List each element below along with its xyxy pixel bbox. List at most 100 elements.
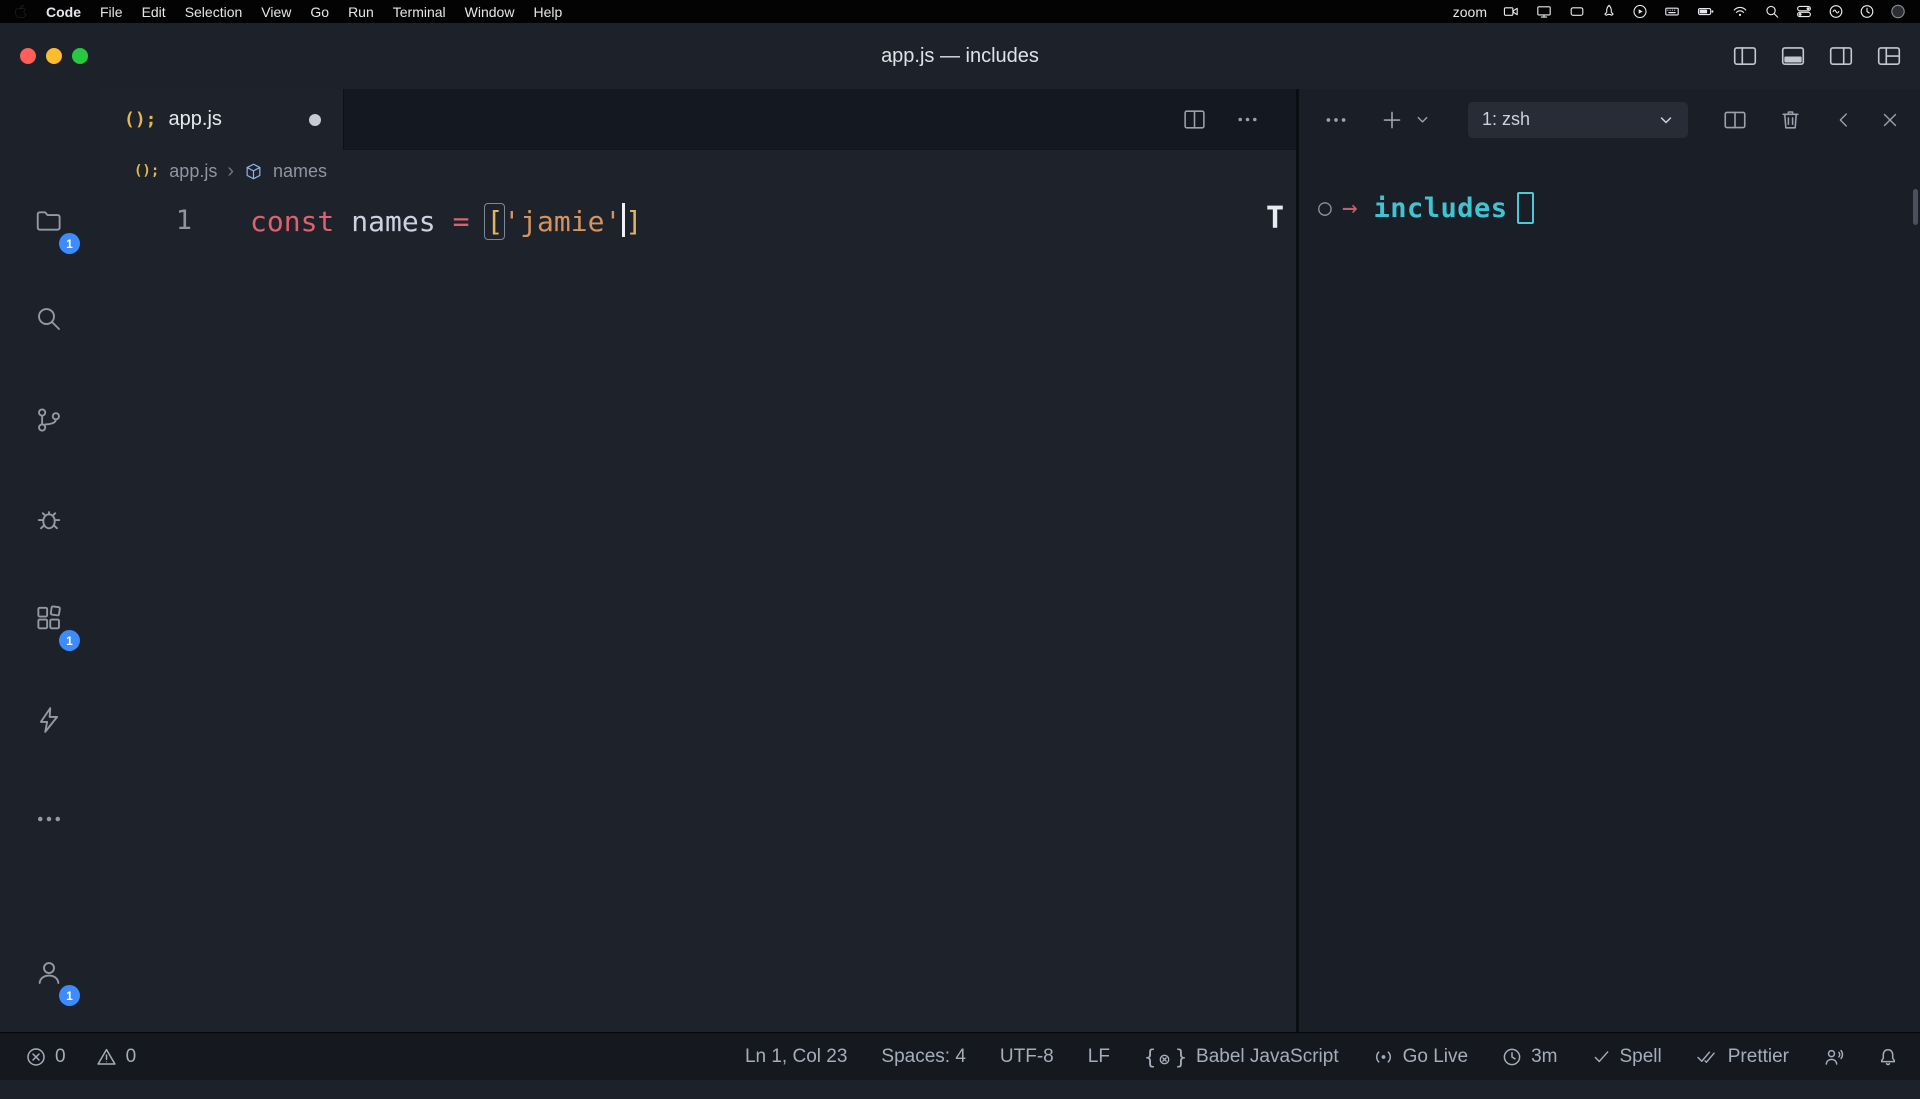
language-mode[interactable]: { } Babel JavaScript <box>1144 1045 1339 1069</box>
menubar-status-area: zoom <box>1453 4 1906 20</box>
rocket-icon[interactable] <box>1601 4 1617 19</box>
cursor-position[interactable]: Ln 1, Col 23 <box>745 1046 847 1068</box>
status-bar: 0 0 Ln 1, Col 23 Spaces: 4 UTF-8 LF { } … <box>0 1032 1920 1080</box>
menu-edit[interactable]: Edit <box>142 4 166 20</box>
menu-run[interactable]: Run <box>348 4 374 20</box>
problems-errors[interactable]: 0 <box>26 1046 66 1068</box>
breadcrumb-file[interactable]: app.js <box>169 161 217 182</box>
go-live[interactable]: Go Live <box>1373 1046 1468 1068</box>
activity-bar: 1 1 1 <box>0 89 98 1032</box>
sidebar-item-accounts[interactable]: 1 <box>21 945 77 1001</box>
kill-terminal-icon[interactable] <box>1778 107 1803 132</box>
apple-menu-icon[interactable] <box>14 4 27 19</box>
terminal-header: 1: zsh <box>1299 89 1920 150</box>
zoom-app-label[interactable]: zoom <box>1453 4 1487 20</box>
token-variable: names <box>351 205 435 238</box>
window-titlebar: app.js — includes <box>0 23 1920 89</box>
eol-sequence[interactable]: LF <box>1088 1046 1110 1068</box>
play-circle-icon[interactable] <box>1632 4 1648 19</box>
timer[interactable]: 3m <box>1502 1046 1557 1068</box>
problems-warnings[interactable]: 0 <box>96 1046 137 1068</box>
menu-go[interactable]: Go <box>310 4 329 20</box>
breadcrumb-symbol[interactable]: names <box>273 161 327 182</box>
menu-view[interactable]: View <box>261 4 291 20</box>
split-terminal-icon[interactable] <box>1722 107 1748 133</box>
terminal-command: includes <box>1374 193 1508 224</box>
breadcrumb-separator: › <box>227 160 234 183</box>
braces-icon: } <box>1175 1045 1187 1069</box>
minimap[interactable]: T <box>1266 201 1284 236</box>
javascript-file-icon: (); <box>124 109 157 130</box>
close-panel-icon[interactable] <box>1879 109 1901 131</box>
terminal-more-icon[interactable] <box>1323 107 1349 133</box>
feedback[interactable] <box>1823 1047 1844 1067</box>
accounts-badge: 1 <box>59 985 80 1006</box>
customize-layout-icon[interactable] <box>1876 43 1902 69</box>
layout-controls <box>1732 23 1902 89</box>
notifications[interactable] <box>1878 1047 1898 1067</box>
sidebar-item-search[interactable] <box>21 291 77 347</box>
status-left: 0 0 <box>26 1046 136 1068</box>
sidebar-item-debug[interactable] <box>21 492 77 548</box>
minimize-window-button[interactable] <box>46 48 62 64</box>
cursor-position-label: Ln 1, Col 23 <box>745 1046 847 1068</box>
battery-icon[interactable] <box>1696 4 1716 19</box>
sidebar-item-explorer[interactable]: 1 <box>21 193 77 249</box>
menubar-app-name[interactable]: Code <box>46 4 81 20</box>
timer-label: 3m <box>1531 1046 1557 1068</box>
close-window-button[interactable] <box>20 48 36 64</box>
encoding-label: UTF-8 <box>1000 1046 1054 1068</box>
terminal-prompt-line[interactable]: ○ → includes <box>1299 185 1920 231</box>
menu-file[interactable]: File <box>100 4 123 20</box>
more-actions-icon[interactable] <box>1235 107 1260 132</box>
status-right: Ln 1, Col 23 Spaces: 4 UTF-8 LF { } Babe… <box>745 1045 1898 1069</box>
clock-icon[interactable] <box>1859 4 1875 19</box>
search-icon[interactable] <box>1764 4 1780 19</box>
sidebar-item-thunder-client[interactable] <box>21 692 77 748</box>
new-terminal-icon[interactable] <box>1379 107 1405 133</box>
indentation[interactable]: Spaces: 4 <box>881 1046 966 1068</box>
airplay-box-icon[interactable] <box>1568 4 1586 19</box>
menu-terminal[interactable]: Terminal <box>393 4 446 20</box>
bug-icon <box>34 505 64 535</box>
sidebar-item-extensions[interactable]: 1 <box>21 590 77 646</box>
terminal-shell-select[interactable]: 1: zsh <box>1468 102 1688 138</box>
extensions-badge: 1 <box>59 630 80 651</box>
modified-dot-icon[interactable] <box>309 114 321 126</box>
fullscreen-window-button[interactable] <box>72 48 88 64</box>
menu-selection[interactable]: Selection <box>185 4 243 20</box>
sidebar-item-source-control[interactable] <box>21 392 77 448</box>
toggle-panel-icon[interactable] <box>1780 43 1806 69</box>
code-content[interactable]: constnames=['jamie'] <box>250 203 642 238</box>
sidebar-item-more[interactable] <box>21 791 77 847</box>
chevron-left-icon[interactable] <box>1833 109 1855 131</box>
spell-checker[interactable]: Spell <box>1592 1046 1662 1068</box>
warning-icon <box>96 1047 117 1067</box>
terminal-scrollbar[interactable] <box>1913 189 1918 225</box>
tab-appjs[interactable]: (); app.js <box>98 89 344 150</box>
siri-icon[interactable] <box>1828 4 1844 19</box>
encoding[interactable]: UTF-8 <box>1000 1046 1054 1068</box>
toggle-sidebar-right-icon[interactable] <box>1828 43 1854 69</box>
line-number[interactable]: 1 <box>98 205 250 236</box>
new-terminal-dropdown-icon[interactable] <box>1415 112 1430 127</box>
code-line-1[interactable]: 1 constnames=['jamie'] <box>98 196 1296 244</box>
menu-help[interactable]: Help <box>533 4 562 20</box>
account-circle-icon[interactable] <box>1890 4 1906 19</box>
display-icon[interactable] <box>1535 4 1553 19</box>
keyboard-icon[interactable] <box>1663 4 1681 19</box>
terminal-panel[interactable]: 1: zsh ○ → includes <box>1299 89 1920 1032</box>
camera-icon[interactable] <box>1502 4 1520 19</box>
language-mode-label: Babel JavaScript <box>1196 1046 1339 1068</box>
prettier[interactable]: Prettier <box>1696 1046 1789 1068</box>
wifi-icon[interactable] <box>1731 4 1749 19</box>
toggle-sidebar-left-icon[interactable] <box>1732 43 1758 69</box>
control-center-icon[interactable] <box>1795 4 1813 19</box>
menu-window[interactable]: Window <box>465 4 515 20</box>
split-editor-icon[interactable] <box>1182 107 1207 132</box>
indentation-label: Spaces: 4 <box>881 1046 966 1068</box>
folder-icon <box>34 206 64 236</box>
extensions-icon <box>34 603 64 633</box>
terminal-shell-label: 1: zsh <box>1482 109 1530 130</box>
prompt-arrow-icon: → <box>1342 193 1358 223</box>
